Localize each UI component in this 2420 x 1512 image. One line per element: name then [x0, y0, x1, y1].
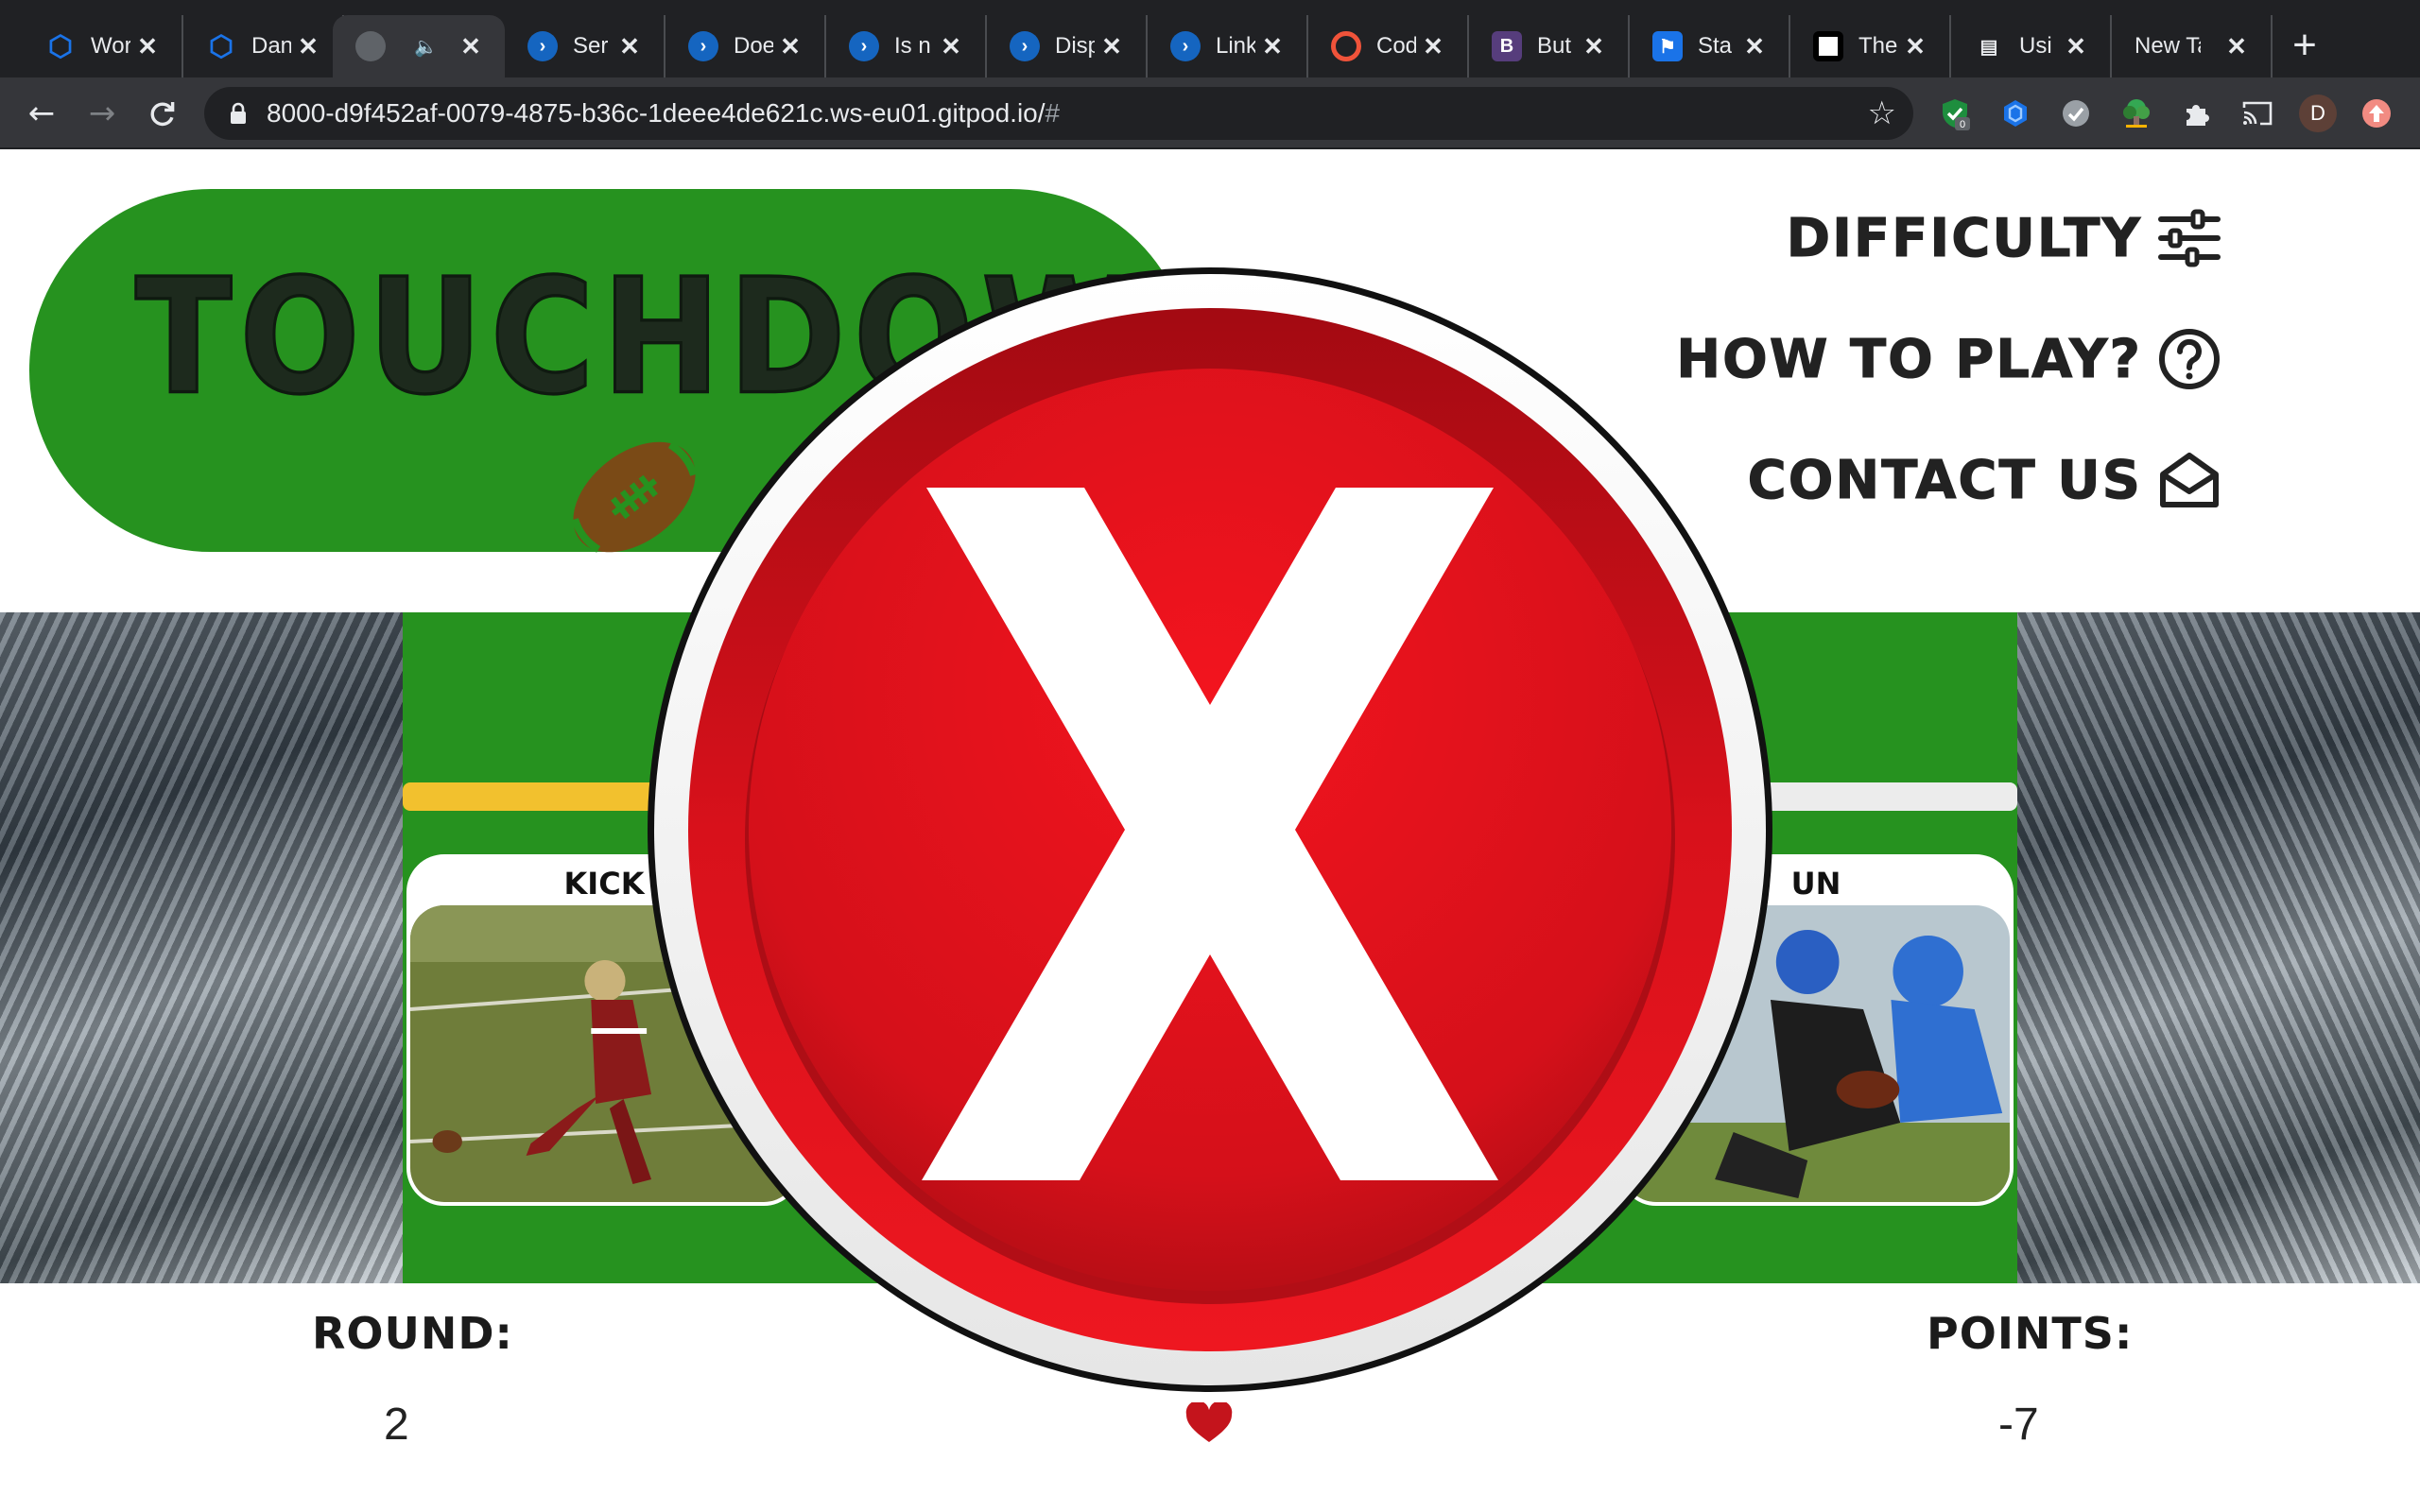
bookmark-star-icon[interactable]: ☆ — [1868, 94, 1896, 132]
globe-icon — [355, 31, 386, 61]
card-icon: ▤ — [1979, 36, 1998, 58]
contact-us-label: CONTACT US — [1747, 449, 2142, 511]
shield-check-extension-icon[interactable]: 0 — [1938, 96, 1972, 130]
extensions-puzzle-icon[interactable] — [2180, 96, 2214, 130]
gitpod-hexagon-icon: ⬡ — [47, 30, 74, 62]
profile-initial: D — [2310, 101, 2325, 125]
contact-us-menu-item[interactable]: CONTACT US — [1747, 448, 2221, 512]
stadium-image-left — [0, 612, 403, 1283]
bootstrap-icon: B — [1492, 31, 1522, 61]
browser-tab[interactable]: ⚑ Sta ✕ — [1630, 15, 1790, 77]
points-value: -7 — [1998, 1400, 2039, 1450]
codepen-icon — [1331, 31, 1361, 61]
gitpod-hexagon-icon: ⬡ — [208, 30, 234, 62]
new-tab-button[interactable]: + — [2278, 21, 2331, 74]
browser-tab[interactable]: › Is n ✕ — [826, 15, 987, 77]
browser-tab[interactable]: B But ✕ — [1469, 15, 1630, 77]
address-bar[interactable]: 8000-d9f452af-0079-4875-b36c-1deee4de621… — [204, 87, 1913, 140]
powershell-icon: › — [1170, 31, 1201, 61]
difficulty-label: DIFFICULTY — [1786, 207, 2142, 269]
browser-tab[interactable]: Cod ✕ — [1308, 15, 1469, 77]
close-tab-icon[interactable]: ✕ — [1257, 31, 1288, 61]
tab-title: Cod — [1376, 33, 1416, 59]
reload-icon — [150, 101, 175, 127]
close-tab-icon[interactable]: ✕ — [2221, 31, 2252, 61]
close-tab-icon[interactable]: ✕ — [1097, 31, 1127, 61]
tab-title: The — [1858, 33, 1898, 59]
heart-life-icon — [1185, 1402, 1233, 1442]
browser-tab[interactable]: ⬡ Wor ✕ — [23, 15, 183, 77]
browser-tab[interactable]: › Link ✕ — [1148, 15, 1308, 77]
powershell-icon: › — [1010, 31, 1040, 61]
close-tab-icon[interactable]: ✕ — [936, 31, 966, 61]
tab-title: Sta — [1698, 33, 1733, 59]
check-extension-icon[interactable] — [2059, 96, 2093, 130]
tab-title: Usi — [2019, 33, 2052, 59]
stadium-image-right — [2017, 612, 2420, 1283]
tab-title: New Ta — [2135, 33, 2201, 59]
url-text: 8000-d9f452af-0079-4875-b36c-1deee4de621… — [267, 98, 1061, 128]
sliders-icon — [2158, 209, 2221, 267]
close-tab-icon[interactable]: ✕ — [293, 31, 323, 61]
close-tab-icon[interactable]: ✕ — [132, 31, 163, 61]
profile-avatar[interactable]: D — [2299, 94, 2337, 132]
audio-playing-icon[interactable]: 🔈 — [414, 35, 438, 59]
close-tab-icon[interactable]: ✕ — [456, 31, 486, 61]
qr-icon — [1813, 31, 1843, 61]
svg-text:0: 0 — [1960, 119, 1965, 130]
browser-toolbar: ← → 8000-d9f452af-0079-4875-b36c-1deee4d… — [0, 77, 2420, 149]
wrong-answer-x-icon — [648, 267, 1772, 1392]
back-button[interactable]: ← — [21, 93, 62, 134]
browser-tab[interactable]: ▤ Usi ✕ — [1951, 15, 2112, 77]
close-tab-icon[interactable]: ✕ — [1579, 31, 1609, 61]
browser-tab[interactable]: New Ta ✕ — [2112, 15, 2273, 77]
close-tab-icon[interactable]: ✕ — [1739, 31, 1770, 61]
powershell-icon: › — [688, 31, 718, 61]
gitpod-extension-icon[interactable] — [1998, 96, 2032, 130]
points-label: POINTS: — [1927, 1308, 2134, 1359]
round-label: ROUND: — [312, 1308, 513, 1359]
round-value: 2 — [384, 1400, 409, 1450]
close-tab-icon[interactable]: ✕ — [1418, 31, 1448, 61]
tab-title: Ser — [573, 33, 609, 59]
cast-icon[interactable] — [2240, 96, 2274, 130]
powershell-icon: › — [527, 31, 558, 61]
browser-tab[interactable]: The ✕ — [1790, 15, 1951, 77]
update-alert-icon[interactable] — [2360, 96, 2394, 130]
browser-tab[interactable]: › Doe ✕ — [666, 15, 826, 77]
tab-title: Link — [1216, 33, 1255, 59]
close-tab-icon[interactable]: ✕ — [775, 31, 805, 61]
forward-button[interactable]: → — [81, 93, 123, 134]
lock-icon — [231, 102, 246, 124]
browser-tab[interactable]: 🔈 ✕ — [333, 15, 505, 77]
tab-title: But — [1537, 33, 1572, 59]
close-tab-icon[interactable]: ✕ — [2061, 31, 2091, 61]
flag-icon: ⚑ — [1652, 31, 1683, 61]
envelope-open-icon — [2160, 453, 2219, 507]
tab-title: Dan — [251, 33, 291, 59]
close-tab-icon[interactable]: ✕ — [614, 31, 645, 61]
game-page: TOUCHDOWN DIFFICULTY HOW TO PLAY? CONTAC… — [0, 149, 2420, 1512]
reload-button[interactable] — [142, 93, 183, 134]
browser-tab[interactable]: › Disp ✕ — [987, 15, 1148, 77]
tree-extension-icon[interactable] — [2119, 96, 2153, 130]
tab-title: Doe — [734, 33, 773, 59]
browser-tab[interactable]: › Ser ✕ — [505, 15, 666, 77]
tab-title: Disp — [1055, 33, 1095, 59]
difficulty-menu-item[interactable]: DIFFICULTY — [1786, 206, 2221, 270]
browser-tab[interactable]: ⬡ Dan ✕ — [183, 15, 344, 77]
tab-title: Is n — [894, 33, 931, 59]
tab-title: Wor — [91, 33, 130, 59]
question-circle-icon — [2159, 329, 2220, 389]
powershell-icon: › — [849, 31, 879, 61]
close-tab-icon[interactable]: ✕ — [1900, 31, 1930, 61]
